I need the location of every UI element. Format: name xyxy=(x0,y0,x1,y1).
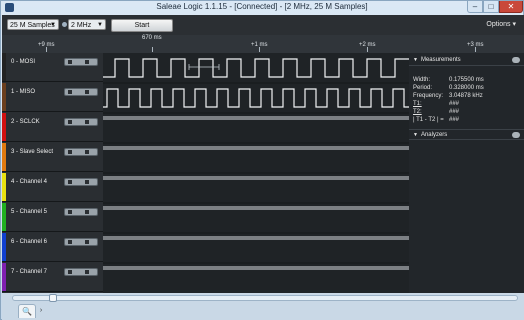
measurement-label: Period: xyxy=(413,85,433,91)
channel-row[interactable]: 7 - Channel 7 xyxy=(2,263,103,292)
channel-settings-button[interactable] xyxy=(64,268,98,276)
channel-row[interactable]: 3 - Slave Select xyxy=(2,143,103,172)
time-tick xyxy=(475,47,476,52)
rate-icon xyxy=(62,22,67,27)
measurements-header[interactable]: ▼ Measurements xyxy=(409,55,524,66)
samples-value: 25 M Samples xyxy=(10,22,55,29)
channel-name: 3 - Slave Select xyxy=(11,149,54,155)
samples-select[interactable]: 25 M Samples ▼ xyxy=(7,19,59,30)
search-tab[interactable]: 🔍 xyxy=(18,304,36,318)
channel-row[interactable]: 6 - Channel 6 xyxy=(2,233,103,262)
minimize-button[interactable]: – xyxy=(467,1,483,13)
measurement-value: 0.175500 ms xyxy=(449,77,484,83)
digital-waveform xyxy=(103,88,409,108)
measurement-row: T2: ### xyxy=(413,109,459,115)
time-tick xyxy=(259,47,260,52)
channel-name: 1 - MISO xyxy=(11,89,36,95)
channel-row[interactable]: 1 - MISO xyxy=(2,83,103,112)
bottom-bar: 🔍 › xyxy=(2,293,524,320)
measurements-title: Measurements xyxy=(420,57,461,63)
channel-settings-button[interactable] xyxy=(64,88,98,96)
channel-row[interactable]: 0 - MOSI xyxy=(2,53,103,82)
channel-color-strip xyxy=(2,83,6,111)
channel-name: 7 - Channel 7 xyxy=(11,269,48,275)
time-tick xyxy=(367,47,368,52)
measurement-label: | T1 - T2 | = xyxy=(413,117,444,123)
measurement-label: Width: xyxy=(413,77,431,83)
width-measurement-marker xyxy=(188,64,220,70)
measurement-value: 3.04878 kHz xyxy=(449,93,483,99)
scrollbar-thumb[interactable] xyxy=(49,294,57,302)
channel-name: 6 - Channel 6 xyxy=(11,239,48,245)
timeline-ruler[interactable]: 670 ms +9 ms +1 ms +2 ms +3 ms xyxy=(2,35,524,53)
measurement-label: Frequency: xyxy=(413,93,444,99)
options-menu[interactable]: Options ▾ xyxy=(486,20,516,28)
channel-color-strip xyxy=(2,263,6,291)
window-title: Saleae Logic 1.1.15 - [Connected] - [2 M… xyxy=(156,2,368,11)
channel-color-strip xyxy=(2,113,6,141)
chevron-right-icon[interactable]: › xyxy=(36,305,46,317)
measurement-label: T2: xyxy=(413,109,422,115)
title-bar: Saleae Logic 1.1.15 - [Connected] - [2 M… xyxy=(1,1,523,15)
measurement-row: Period: 0.328000 ms xyxy=(413,85,484,91)
channel-color-strip xyxy=(2,173,6,201)
channel-name: 4 - Channel 4 xyxy=(11,179,48,185)
measurement-value: 0.328000 ms xyxy=(449,85,484,91)
channel-settings-button[interactable] xyxy=(64,118,98,126)
time-tick xyxy=(152,47,153,52)
maximize-button[interactable]: □ xyxy=(483,1,499,13)
channel-color-strip xyxy=(2,233,6,261)
waveform-canvas[interactable] xyxy=(103,53,409,293)
search-icon: 🔍 xyxy=(22,307,32,316)
close-button[interactable]: ✕ xyxy=(499,1,523,13)
measurement-row: | T1 - T2 | = ### xyxy=(413,117,459,123)
channel-settings-button[interactable] xyxy=(64,148,98,156)
channel-row[interactable]: 2 - SCLCK xyxy=(2,113,103,142)
channel-settings-button[interactable] xyxy=(64,178,98,186)
channel-name: 0 - MOSI xyxy=(11,59,36,65)
measurement-row: Width: 0.175500 ms xyxy=(413,77,484,83)
analyzers-header[interactable]: ▼ Analyzers xyxy=(409,129,524,140)
gear-icon[interactable] xyxy=(512,132,520,138)
rate-select[interactable]: 2 MHz ▼ xyxy=(68,19,106,30)
options-label: Options xyxy=(486,21,511,28)
channel-color-strip xyxy=(2,203,6,231)
measurement-value: ### xyxy=(449,117,460,123)
toolbar: 25 M Samples ▼ 2 MHz ▼ Start Options ▾ xyxy=(2,15,524,35)
channel-list: 0 - MOSI 1 - MISO 2 - SCLCK 3 - Slave Se… xyxy=(2,53,103,293)
channel-row[interactable]: 5 - Channel 5 xyxy=(2,203,103,232)
horizontal-scrollbar[interactable] xyxy=(12,294,518,302)
start-button[interactable]: Start xyxy=(111,19,173,32)
time-tick xyxy=(46,47,47,52)
channel-color-strip xyxy=(2,53,6,81)
channel-color-strip xyxy=(2,143,6,171)
digital-waveform xyxy=(103,58,409,78)
channel-row[interactable]: 4 - Channel 4 xyxy=(2,173,103,202)
gear-icon[interactable] xyxy=(512,57,520,63)
measurement-row: T1: ### xyxy=(413,101,459,107)
collapse-triangle-icon: ▼ xyxy=(413,132,418,138)
channel-settings-button[interactable] xyxy=(64,238,98,246)
chevron-down-icon: ▼ xyxy=(50,22,56,28)
chevron-down-icon: ▼ xyxy=(97,22,103,28)
rate-value: 2 MHz xyxy=(71,22,92,29)
app-window: Saleae Logic 1.1.15 - [Connected] - [2 M… xyxy=(0,0,524,320)
analyzers-title: Analyzers xyxy=(420,132,448,138)
channel-settings-button[interactable] xyxy=(64,208,98,216)
channel-name: 5 - Channel 5 xyxy=(11,209,48,215)
measurement-value: ### xyxy=(449,101,460,107)
measurement-row: Frequency: 3.04878 kHz xyxy=(413,93,483,99)
measurement-label: T1: xyxy=(413,101,422,107)
collapse-triangle-icon: ▼ xyxy=(413,57,418,63)
time-marker-label: 670 ms xyxy=(142,35,162,41)
side-panel: ▼ Measurements Width: 0.175500 ms Period: 0… xyxy=(409,53,524,293)
channel-name: 2 - SCLCK xyxy=(11,119,40,125)
channel-settings-button[interactable] xyxy=(64,58,98,66)
waveform-area[interactable] xyxy=(103,53,409,293)
measurement-value: ### xyxy=(449,109,460,115)
